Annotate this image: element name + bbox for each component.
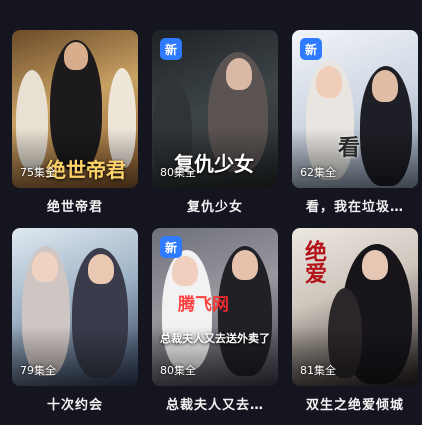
drama-poster[interactable]: 79集全 (12, 228, 138, 386)
poster-figure (172, 256, 198, 286)
poster-title-art: 看 (338, 135, 361, 161)
episode-count-badge: 62集全 (300, 166, 336, 179)
drama-card[interactable]: 新 看 62集全 看，我在垃圾… (292, 30, 418, 218)
drama-title[interactable]: 总裁夫人又去… (152, 396, 278, 416)
poster-figure (88, 254, 114, 284)
poster-title-art: 绝世帝君 (46, 158, 126, 182)
episode-count-badge: 81集全 (300, 364, 336, 377)
poster-figure (226, 58, 252, 90)
drama-poster[interactable]: 绝爱 81集全 (292, 228, 418, 386)
poster-figure (32, 252, 58, 282)
drama-card[interactable]: 79集全 十次约会 (12, 228, 138, 416)
drama-title[interactable]: 复仇少女 (152, 198, 278, 218)
poster-title-art: 总裁夫人又去送外卖了 (160, 332, 270, 345)
poster-figure (372, 70, 398, 102)
new-badge: 新 (160, 38, 182, 60)
episode-count-badge: 75集全 (20, 166, 56, 179)
poster-figure (316, 66, 342, 98)
poster-title-art: 绝爱 (301, 240, 327, 284)
episode-count-badge: 80集全 (160, 166, 196, 179)
episode-count-badge: 79集全 (20, 364, 56, 377)
poster-figure (362, 250, 388, 280)
site-watermark: 腾飞网 (178, 295, 229, 315)
drama-title[interactable]: 看，我在垃圾… (292, 198, 418, 218)
drama-title[interactable]: 十次约会 (12, 396, 138, 416)
episode-count-badge: 80集全 (160, 364, 196, 377)
drama-card[interactable]: 绝世帝君 75集全 绝世帝君 (12, 30, 138, 218)
drama-card[interactable]: 新 复仇少女 80集全 复仇少女 (152, 30, 278, 218)
new-badge: 新 (300, 38, 322, 60)
drama-poster[interactable]: 新 复仇少女 80集全 (152, 30, 278, 188)
new-badge: 新 (160, 236, 182, 258)
drama-card[interactable]: 绝爱 81集全 双生之绝爱倾城 (292, 228, 418, 416)
drama-card[interactable]: 新 总裁夫人又去送外卖了 80集全 总裁夫人又去… (152, 228, 278, 416)
drama-grid: 绝世帝君 75集全 绝世帝君 新 复仇少女 80集全 复仇少女 新 看 62集全 (0, 0, 422, 425)
drama-poster[interactable]: 新 看 62集全 (292, 30, 418, 188)
poster-figure (232, 250, 258, 280)
drama-title[interactable]: 绝世帝君 (12, 198, 138, 218)
drama-title[interactable]: 双生之绝爱倾城 (292, 396, 418, 416)
poster-figure (64, 42, 88, 70)
drama-poster[interactable]: 绝世帝君 75集全 (12, 30, 138, 188)
